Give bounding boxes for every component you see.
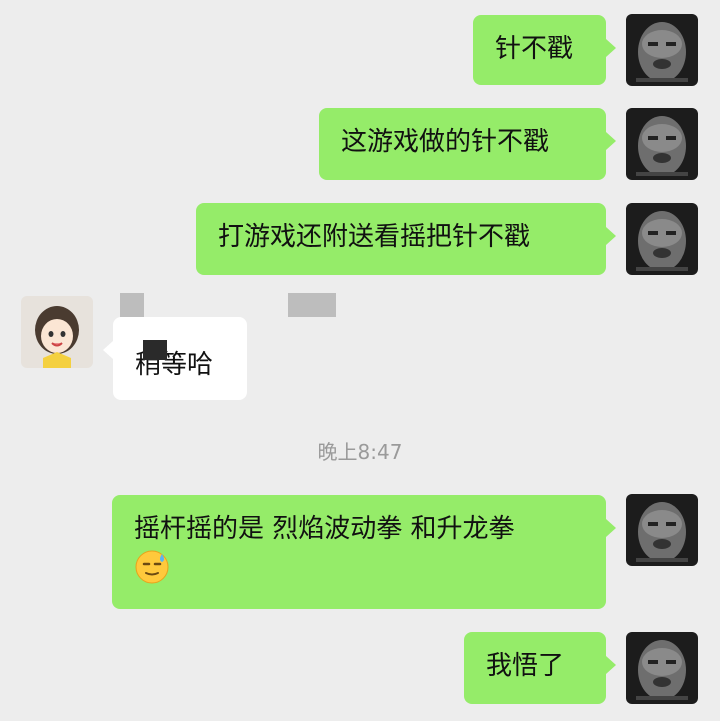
my-message-bubble[interactable]: 针不戳: [473, 15, 616, 85]
redacted-block: [143, 340, 167, 360]
redacted-sender-name: [120, 293, 144, 317]
timestamp: 晚上8:47: [317, 440, 403, 464]
message-text: 针不戳: [495, 34, 574, 64]
redacted-sender-name: [288, 293, 336, 317]
my-message-bubble[interactable]: 这游戏做的针不戳: [319, 108, 616, 180]
my-avatar[interactable]: [626, 632, 698, 704]
my-avatar[interactable]: [626, 14, 698, 86]
message-text: 摇杆摇的是 烈焰波动拳 和升龙拳: [134, 514, 515, 544]
my-avatar[interactable]: [626, 108, 698, 180]
my-message-bubble[interactable]: 我悟了: [464, 632, 616, 704]
message-text: 这游戏做的针不戳: [341, 127, 550, 157]
message-text: 打游戏还附送看摇把针不戳: [218, 222, 531, 252]
my-message-bubble[interactable]: 打游戏还附送看摇把针不戳: [196, 203, 616, 275]
my-message-bubble[interactable]: 摇杆摇的是 烈焰波动拳 和升龙拳: [112, 495, 616, 609]
message-text: 我悟了: [486, 651, 565, 681]
contact-message-bubble[interactable]: 稍等哈: [103, 317, 247, 400]
my-avatar[interactable]: [626, 203, 698, 275]
my-avatar[interactable]: [626, 494, 698, 566]
contact-avatar[interactable]: [21, 296, 93, 368]
sweat-smile-emoji: [134, 549, 170, 597]
